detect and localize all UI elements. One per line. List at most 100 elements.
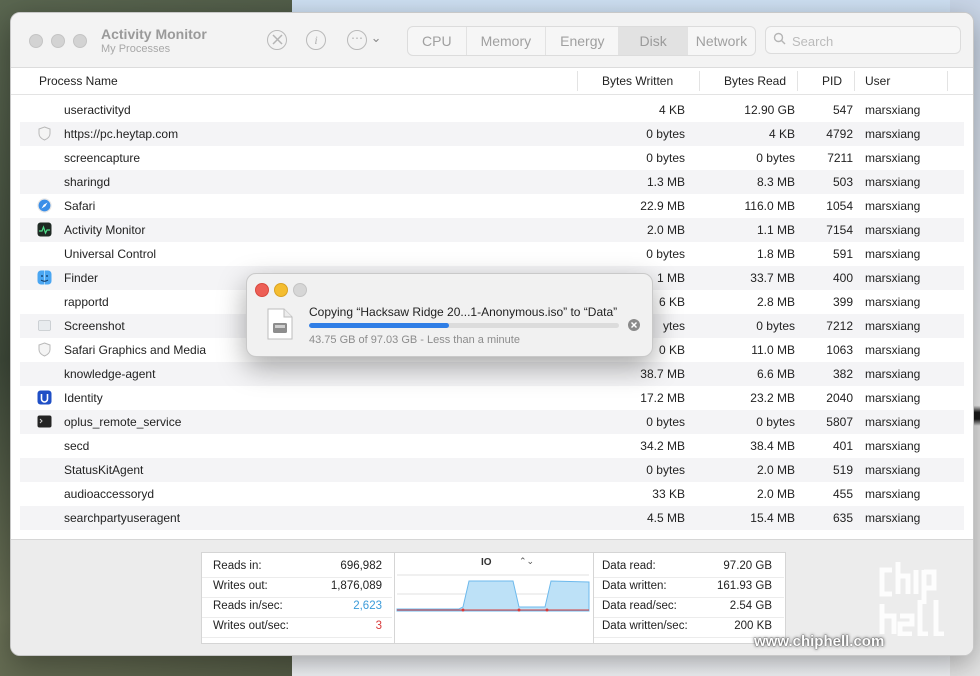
zoom-window-button[interactable]	[73, 34, 87, 48]
copy-status: 43.75 GB of 97.03 GB - Less than a minut…	[309, 334, 520, 346]
process-name-cell: screencapture	[64, 151, 141, 165]
column-process-name[interactable]: Process Name	[39, 74, 118, 88]
finder-icon	[37, 270, 52, 285]
table-row[interactable]: Safari 22.9 MB 116.0 MB 1054 marsxiang	[20, 194, 964, 218]
stop-process-icon[interactable]	[267, 30, 287, 50]
bytes-written-cell: 4.5 MB	[646, 511, 685, 525]
process-name-cell: Universal Control	[64, 247, 157, 261]
cancel-x-icon[interactable]	[628, 319, 640, 331]
disk-stats-panel: Reads in: 696,982 Writes out: 1,876,089 Read…	[201, 552, 786, 644]
bytes-read-cell: 116.0 MB	[744, 199, 795, 213]
user-cell: marsxiang	[865, 343, 921, 357]
stat-row: Data written: 161.93 GB	[594, 577, 784, 598]
user-cell: marsxiang	[865, 319, 921, 333]
column-bytes-written[interactable]: Bytes Written	[602, 74, 673, 88]
bytes-read-cell: 0 bytes	[756, 151, 795, 165]
table-row[interactable]: https://pc.heytap.com 0 bytes 4 KB 4792 mars…	[20, 122, 964, 146]
column-bytes-read[interactable]: Bytes Read	[724, 74, 786, 88]
info-icon[interactable]: i	[306, 30, 326, 50]
bytes-written-cell: 0 KB	[658, 343, 685, 357]
process-name-cell: Activity Monitor	[64, 223, 146, 237]
search-input[interactable]	[790, 31, 954, 51]
bytes-read-cell: 33.7 MB	[750, 271, 795, 285]
pid-cell: 382	[832, 367, 853, 381]
user-cell: marsxiang	[865, 415, 921, 429]
table-row[interactable]: audioaccessoryd 33 KB 2.0 MB 455 marsxiang	[20, 482, 964, 506]
table-row[interactable]: useractivityd 4 KB 12.90 GB 547 marsxiang	[20, 98, 964, 122]
column-divider	[947, 71, 948, 91]
user-cell: marsxiang	[865, 127, 921, 141]
pid-cell: 401	[832, 439, 853, 453]
column-user[interactable]: User	[865, 74, 890, 88]
stat-value: 3	[375, 620, 382, 632]
dialog-zoom-button[interactable]	[293, 283, 307, 297]
bytes-read-cell: 38.4 MB	[750, 439, 795, 453]
user-cell: marsxiang	[865, 295, 921, 309]
terminal-icon	[37, 414, 52, 429]
stat-value: 1,876,089	[330, 580, 382, 592]
dialog-minimize-button[interactable]	[274, 283, 288, 297]
bytes-read-cell: 2.0 MB	[756, 463, 795, 477]
user-cell: marsxiang	[865, 175, 921, 189]
pid-cell: 455	[832, 487, 853, 501]
bytes-read-cell: 12.90 GB	[744, 103, 795, 117]
table-row[interactable]: searchpartyuseragent 4.5 MB 15.4 MB 635 mars…	[20, 506, 964, 530]
table-row[interactable]: oplus_remote_service 0 bytes 0 bytes 5807 ma…	[20, 410, 964, 434]
stat-value: 200 KB	[734, 620, 772, 632]
bytes-read-cell: 15.4 MB	[750, 511, 795, 525]
stat-row: Writes out/sec: 3	[202, 617, 392, 638]
stat-label: Reads in/sec:	[213, 600, 283, 612]
ellipsis-menu-icon: ⋯	[347, 30, 367, 50]
table-row[interactable]: Identity 17.2 MB 23.2 MB 2040 marsxiang	[20, 386, 964, 410]
process-name-cell: oplus_remote_service	[64, 415, 182, 429]
table-row[interactable]: secd 34.2 MB 38.4 MB 401 marsxiang	[20, 434, 964, 458]
window-subtitle: My Processes	[101, 43, 171, 55]
tab-cpu[interactable]: CPU	[408, 27, 467, 55]
user-cell: marsxiang	[865, 463, 921, 477]
table-row[interactable]: sharingd 1.3 MB 8.3 MB 503 marsxiang	[20, 170, 964, 194]
safari-icon	[37, 198, 52, 213]
table-row[interactable]: StatusKitAgent 0 bytes 2.0 MB 519 marsxiang	[20, 458, 964, 482]
tab-disk[interactable]: Disk	[619, 27, 688, 55]
process-name-cell: rapportd	[64, 295, 109, 309]
bytes-read-cell: 2.0 MB	[756, 487, 795, 501]
table-row[interactable]: Universal Control 0 bytes 1.8 MB 591 marsxia…	[20, 242, 964, 266]
user-cell: marsxiang	[865, 247, 921, 261]
watermark-url: www.chiphell.com	[754, 633, 885, 650]
stat-value: 97.20 GB	[723, 560, 772, 572]
table-row[interactable]: Activity Monitor 2.0 MB 1.1 MB 7154 marsxian…	[20, 218, 964, 242]
process-name-cell: Safari Graphics and Media	[64, 343, 207, 357]
minimize-window-button[interactable]	[51, 34, 65, 48]
bytes-written-cell: 0 bytes	[646, 463, 685, 477]
tab-energy[interactable]: Energy	[546, 27, 620, 55]
stat-label: Reads in:	[213, 560, 262, 572]
ellipsis-menu-button[interactable]: ⋯ ⌄	[347, 30, 382, 50]
bytes-written-cell: 1 MB	[656, 271, 685, 285]
view-tabs: CPU Memory Energy Disk Network	[407, 26, 757, 56]
io-read-area	[396, 580, 590, 612]
table-row[interactable]: screencapture 0 bytes 0 bytes 7211 marsxiang	[20, 146, 964, 170]
stat-value: 2,623	[353, 600, 382, 612]
tab-network[interactable]: Network	[688, 27, 755, 55]
bytes-written-cell: 4 KB	[658, 103, 685, 117]
pid-cell: 399	[832, 295, 853, 309]
bytes-read-cell: 8.3 MB	[756, 175, 795, 189]
column-pid[interactable]: PID	[822, 74, 842, 88]
disk-image-file-icon	[267, 308, 293, 340]
table-header: Process Name Bytes Written Bytes Read PI…	[11, 68, 973, 95]
search-field[interactable]	[765, 26, 961, 54]
pid-cell: 547	[832, 103, 853, 117]
user-cell: marsxiang	[865, 487, 921, 501]
bytes-read-cell: 0 bytes	[756, 415, 795, 429]
close-window-button[interactable]	[29, 34, 43, 48]
copy-progress-bar	[309, 323, 619, 328]
shield-icon	[37, 126, 52, 141]
dialog-close-button[interactable]	[255, 283, 269, 297]
bytes-read-cell: 23.2 MB	[750, 391, 795, 405]
table-row[interactable]: knowledge-agent 38.7 MB 6.6 MB 382 marsxiang	[20, 362, 964, 386]
tab-memory[interactable]: Memory	[467, 27, 547, 55]
stat-value: 2.54 GB	[729, 600, 772, 612]
stat-label: Data written/sec:	[602, 620, 688, 632]
bytes-written-cell: 1.3 MB	[646, 175, 685, 189]
stat-row: Data read: 97.20 GB	[594, 557, 784, 578]
